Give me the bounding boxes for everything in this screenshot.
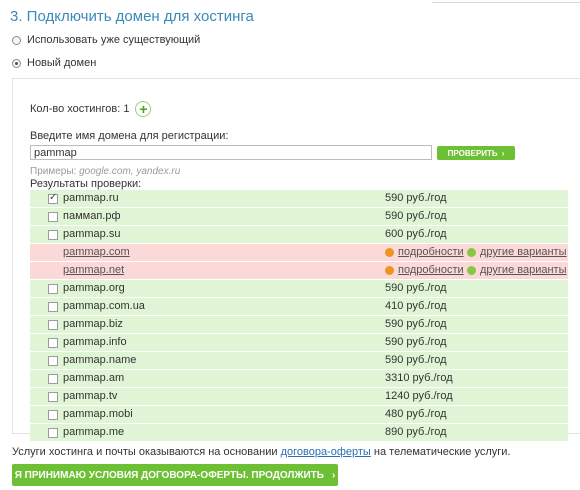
info-dot-icon: [385, 265, 394, 275]
domain-checkbox[interactable]: [48, 410, 58, 420]
top-divider: [432, 2, 580, 3]
table-row: pammap.me 890 руб./год: [30, 423, 568, 441]
offer-contract-link[interactable]: договора-оферты: [281, 446, 371, 458]
domain-price: 590 руб./год: [385, 354, 447, 366]
radio-new[interactable]: [12, 58, 21, 68]
option-new-label: Новый домен: [27, 57, 97, 69]
section-title: 3. Подключить домен для хостинга: [10, 8, 254, 25]
domain-name: pammap.org: [63, 282, 125, 294]
table-row: паммап.рф 590 руб./год: [30, 207, 568, 225]
details-link[interactable]: подробности: [398, 246, 464, 258]
table-row: pammap.info 590 руб./год: [30, 333, 568, 351]
domain-name: pammap.ru: [63, 192, 119, 204]
results-label: Результаты проверки:: [30, 178, 142, 190]
variants-link-group[interactable]: другие варианты: [467, 246, 566, 258]
domain-checkbox[interactable]: [48, 320, 58, 330]
hosting-count-label: Кол-во хостингов: 1: [30, 103, 130, 115]
domain-name: pammap.mobi: [63, 408, 133, 420]
option-existing-label: Использовать уже существующий: [27, 34, 201, 46]
table-row: pammap.am 3310 руб./год: [30, 369, 568, 387]
chevron-right-icon: ›: [501, 148, 505, 158]
domain-name: pammap.am: [63, 372, 125, 384]
table-row: pammap.ru 590 руб./год: [30, 190, 568, 207]
details-link-group[interactable]: подробности: [385, 264, 464, 276]
domain-name: pammap.tv: [63, 390, 118, 402]
domain-price: 890 руб./год: [385, 426, 447, 438]
domain-name: паммап.рф: [63, 210, 121, 222]
footer-note: Услуги хостинга и почты оказываются на о…: [12, 446, 510, 458]
domain-price: 1240 руб./год: [385, 390, 453, 402]
check-button-label: ПРОВЕРИТЬ: [447, 148, 498, 158]
table-row: pammap.mobi 480 руб./год: [30, 405, 568, 423]
domain-checkbox[interactable]: [48, 374, 58, 384]
examples-prefix: Примеры:: [30, 166, 77, 177]
domain-name-link[interactable]: pammap.net: [63, 264, 124, 276]
domain-checkbox[interactable]: [48, 338, 58, 348]
table-row: pammap.su 600 руб./год: [30, 225, 568, 243]
domain-examples: Примеры: google.com, yandex.ru: [30, 166, 180, 177]
domain-price: 590 руб./год: [385, 192, 447, 204]
option-existing-domain[interactable]: Использовать уже существующий: [12, 34, 200, 46]
details-link-group[interactable]: подробности: [385, 246, 464, 258]
table-row: pammap.net подробности другие варианты: [30, 261, 568, 279]
domain-input[interactable]: [30, 145, 432, 160]
accept-button-label: Я ПРИНИМАЮ УСЛОВИЯ ДОГОВОРА-ОФЕРТЫ. ПРОД…: [14, 469, 324, 481]
results-list: pammap.ru 590 руб./год паммап.рф 590 руб./г…: [30, 190, 568, 441]
table-row: pammap.com подробности другие варианты: [30, 243, 568, 261]
radio-existing[interactable]: [12, 35, 21, 45]
other-variants-link[interactable]: другие варианты: [480, 246, 566, 258]
table-row: pammap.biz 590 руб./год: [30, 315, 568, 333]
domain-name: pammap.name: [63, 354, 137, 366]
domain-price: 3310 руб./год: [385, 372, 453, 384]
examples-values: google.com, yandex.ru: [79, 166, 181, 177]
table-row: pammap.com.ua 410 руб./год: [30, 297, 568, 315]
domain-price: 590 руб./год: [385, 318, 447, 330]
domain-name: pammap.info: [63, 336, 127, 348]
domain-checkbox[interactable]: [48, 230, 58, 240]
domain-checkbox[interactable]: [48, 356, 58, 366]
table-row: pammap.tv 1240 руб./год: [30, 387, 568, 405]
variants-dot-icon: [467, 265, 476, 275]
domain-price: 590 руб./год: [385, 282, 447, 294]
other-variants-link[interactable]: другие варианты: [480, 264, 566, 276]
domain-checkbox[interactable]: [48, 212, 58, 222]
domain-checkbox[interactable]: [48, 302, 58, 312]
hosting-count-row: Кол-во хостингов: 1 +: [30, 101, 152, 117]
check-button[interactable]: ПРОВЕРИТЬ ›: [437, 146, 515, 160]
plus-icon[interactable]: +: [135, 101, 152, 117]
domain-checkbox[interactable]: [48, 284, 58, 294]
variants-link-group[interactable]: другие варианты: [467, 264, 566, 276]
domain-checkbox[interactable]: [48, 428, 58, 438]
variants-dot-icon: [467, 247, 476, 257]
details-link[interactable]: подробности: [398, 264, 464, 276]
domain-name-link[interactable]: pammap.com: [63, 246, 130, 258]
domain-price: 600 руб./год: [385, 228, 447, 240]
domain-price: 590 руб./год: [385, 336, 447, 348]
footer-note-after: на телематические услуги.: [370, 446, 511, 458]
domain-price: 480 руб./год: [385, 408, 447, 420]
info-dot-icon: [385, 247, 394, 257]
option-new-domain[interactable]: Новый домен: [12, 57, 96, 69]
table-row: pammap.org 590 руб./год: [30, 279, 568, 297]
domain-input-label: Введите имя домена для регистрации:: [30, 130, 229, 142]
domain-price: 590 руб./год: [385, 210, 447, 222]
chevron-right-icon: ›: [331, 469, 336, 481]
domain-name: pammap.su: [63, 228, 121, 240]
domain-name: pammap.com.ua: [63, 300, 145, 312]
domain-price: 410 руб./год: [385, 300, 447, 312]
domain-name: pammap.me: [63, 426, 125, 438]
table-row: pammap.name 590 руб./год: [30, 351, 568, 369]
domain-name: pammap.biz: [63, 318, 123, 330]
accept-continue-button[interactable]: Я ПРИНИМАЮ УСЛОВИЯ ДОГОВОРА-ОФЕРТЫ. ПРОД…: [12, 464, 338, 486]
domain-checkbox[interactable]: [48, 392, 58, 402]
footer-note-before: Услуги хостинга и почты оказываются на о…: [12, 446, 281, 458]
domain-checkbox[interactable]: [48, 192, 58, 204]
